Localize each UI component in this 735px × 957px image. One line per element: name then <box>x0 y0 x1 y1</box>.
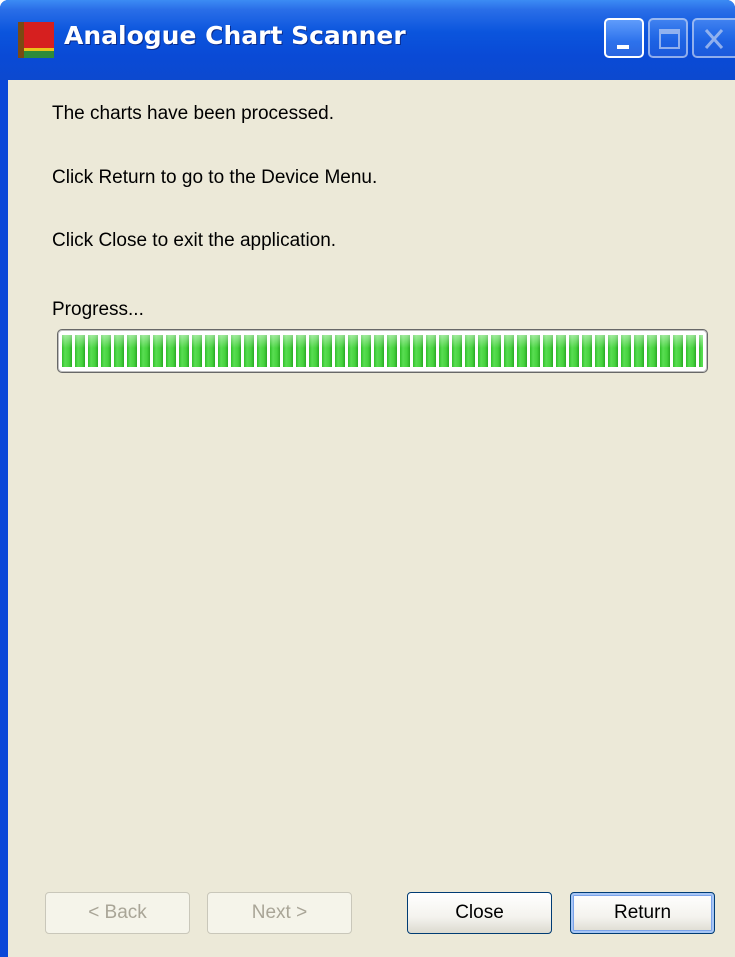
maximize-button[interactable] <box>648 18 688 58</box>
progress-bar <box>57 329 708 373</box>
title-bar[interactable]: Analogue Chart Scanner <box>0 0 735 80</box>
back-button[interactable]: < Back <box>45 892 190 934</box>
window-title: Analogue Chart Scanner <box>64 21 406 50</box>
maximize-icon <box>659 29 680 49</box>
app-icon <box>18 22 54 58</box>
wizard-window: Analogue Chart Scanner The charts have b… <box>0 0 735 957</box>
close-window-button[interactable] <box>692 18 735 58</box>
minimize-icon <box>617 45 629 49</box>
progress-fill <box>62 335 703 367</box>
wizard-content <box>8 80 735 957</box>
progress-track <box>62 335 703 367</box>
processed-message: The charts have been processed. <box>52 103 335 124</box>
close-hint: Click Close to exit the application. <box>52 230 337 251</box>
minimize-button[interactable] <box>604 18 644 58</box>
close-icon <box>704 29 724 49</box>
return-button[interactable]: Return <box>570 892 715 934</box>
return-hint: Click Return to go to the Device Menu. <box>52 167 378 188</box>
close-button[interactable]: Close <box>407 892 552 934</box>
next-button[interactable]: Next > <box>207 892 352 934</box>
progress-label: Progress... <box>52 299 144 320</box>
